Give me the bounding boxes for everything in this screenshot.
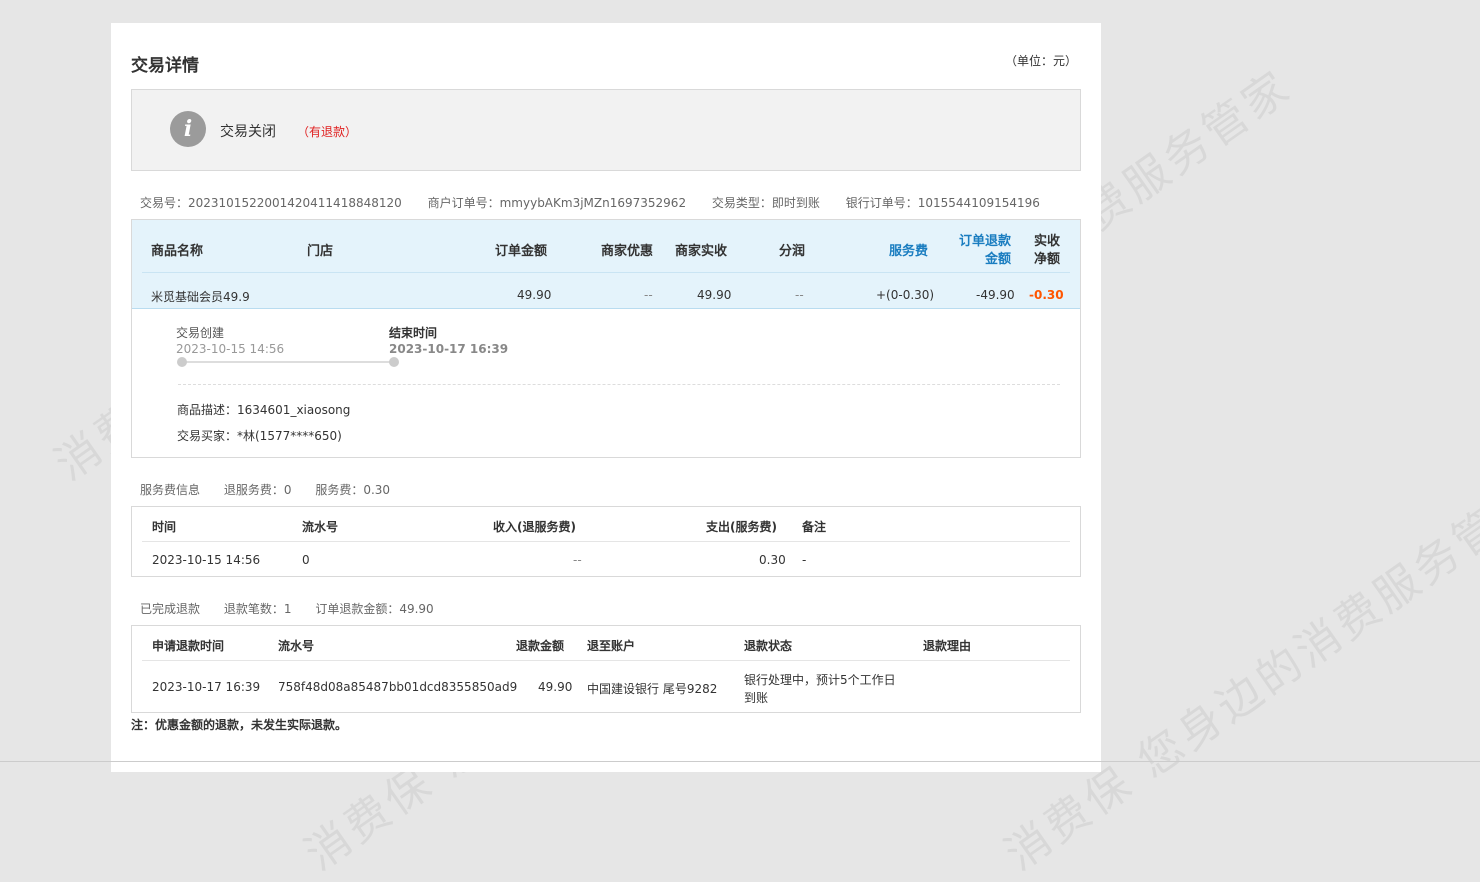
refund-status-line1: 银行处理中，预计5个工作日: [744, 673, 896, 687]
refund-amount-value: -49.90: [976, 288, 1015, 302]
merchant-order-no: 商户订单号：mmyybAKm3jMZn1697352962: [427, 196, 687, 210]
refund-service-fee: 退服务费：0: [223, 483, 292, 497]
trade-meta: 交易号：2023101522001420411418848120 商户订单号：m…: [140, 194, 1062, 211]
trade-detail-card: 交易详情 （单位：元） i 交易关闭 （有退款） 交易号：20231015220…: [111, 23, 1101, 772]
product-description: 商品描述：1634601_xiaosong: [177, 403, 351, 417]
col-service-fee[interactable]: 服务费: [889, 240, 928, 259]
col-time: 时间: [152, 520, 177, 534]
divider: [178, 384, 1060, 385]
footnote: 注：优惠金额的退款，未发生实际退款。: [131, 718, 348, 732]
col-refund-amount: 退款金额: [516, 639, 565, 653]
product-name: 米觅基础会员49.9: [151, 290, 250, 304]
order-box: 商品名称 门店 订单金额 商家优惠 商家实收 分润 服务费 订单退款 金额 实收…: [131, 219, 1081, 458]
refund-table: 申请退款时间 流水号 退款金额 退至账户 退款状态 退款理由 2023-10-1…: [131, 625, 1081, 713]
col-income: 收入(退服务费): [493, 520, 576, 534]
refund-time: 2023-10-17 16:39: [152, 680, 261, 694]
bank-order-no: 银行订单号：1015544109154196: [845, 196, 1040, 210]
col-serial: 流水号: [302, 520, 339, 534]
refund-summary: 已完成退款 退款笔数：1 订单退款金额：49.90: [140, 600, 454, 617]
timeline-end-date: 2023-10-17 16:39: [389, 342, 509, 356]
col-refund-reason: 退款理由: [923, 639, 972, 653]
col-remark: 备注: [802, 520, 827, 534]
col-share: 分润: [779, 244, 806, 259]
refund-total: 订单退款金额：49.90: [315, 602, 434, 616]
timeline-created-label: 交易创建: [176, 326, 225, 340]
fee-income: --: [573, 553, 582, 567]
buyer-info: 交易买家：*林(1577****650): [177, 429, 342, 443]
service-fee-value: +(0-0.30): [876, 288, 935, 302]
col-refund-amount-2[interactable]: 金额: [985, 248, 1011, 267]
merchant-received: 49.90: [697, 288, 732, 302]
order-amount: 49.90: [517, 288, 552, 302]
fee-expense: 0.30: [759, 553, 786, 567]
timeline-dot: [389, 357, 399, 367]
fee-remark: -: [802, 553, 807, 567]
info-icon: i: [170, 111, 206, 147]
timeline-end-label: 结束时间: [389, 326, 438, 340]
status-note: （有退款）: [297, 125, 358, 139]
timeline-track: [182, 361, 394, 363]
table-divider: [142, 660, 1070, 661]
order-table-header: 商品名称 门店 订单金额 商家优惠 商家实收 分润 服务费 订单退款 金额 实收…: [132, 220, 1080, 309]
net-value: -0.30: [1029, 288, 1064, 302]
col-refund-account: 退至账户: [587, 639, 636, 653]
merchant-discount: --: [644, 288, 653, 302]
col-refund-serial: 流水号: [278, 639, 315, 653]
timeline-dot: [177, 357, 187, 367]
refund-count: 退款笔数：1: [223, 602, 292, 616]
col-refund-time: 申请退款时间: [152, 639, 225, 653]
col-refund-amount-1[interactable]: 订单退款: [959, 230, 1011, 249]
col-refund-status: 退款状态: [744, 639, 793, 653]
service-fee-title: 服务费信息: [140, 483, 201, 497]
col-product-name: 商品名称: [151, 244, 204, 259]
refund-status-line2: 到账: [744, 691, 769, 705]
refund-account: 中国建设银行 尾号9282: [587, 682, 718, 696]
fee-time: 2023-10-15 14:56: [152, 553, 261, 567]
table-divider: [142, 541, 1070, 542]
service-fee-total: 服务费：0.30: [315, 483, 391, 497]
timeline-created-date: 2023-10-15 14:56: [176, 342, 285, 356]
col-expense: 支出(服务费): [706, 520, 777, 534]
col-order-amount: 订单金额: [495, 244, 548, 259]
header-divider: [142, 272, 1070, 273]
col-net-2: 净额: [1034, 252, 1061, 267]
share-value: --: [795, 288, 804, 302]
refund-serial: 758f48d08a85487bb01dcd8355850ad9: [278, 680, 518, 694]
refund-amount: 49.90: [538, 680, 573, 694]
refund-title: 已完成退款: [140, 602, 201, 616]
service-fee-table: 时间 流水号 收入(退服务费) 支出(服务费) 备注 2023-10-15 14…: [131, 506, 1081, 577]
col-merchant-discount: 商家优惠: [601, 244, 654, 259]
status-box: i 交易关闭 （有退款）: [131, 89, 1081, 171]
unit-label: （单位：元）: [1004, 54, 1077, 68]
service-fee-summary: 服务费信息 退服务费：0 服务费：0.30: [140, 481, 410, 498]
page-title: 交易详情: [131, 56, 199, 76]
trade-no: 交易号：2023101522001420411418848120: [140, 196, 402, 210]
fee-serial: 0: [302, 553, 310, 567]
col-net-1: 实收: [1034, 234, 1061, 249]
bottom-divider: [0, 761, 1480, 762]
status-text: 交易关闭: [220, 124, 276, 140]
trade-type: 交易类型：即时到账: [711, 196, 820, 210]
col-store: 门店: [307, 244, 334, 259]
col-merchant-received: 商家实收: [675, 244, 728, 259]
